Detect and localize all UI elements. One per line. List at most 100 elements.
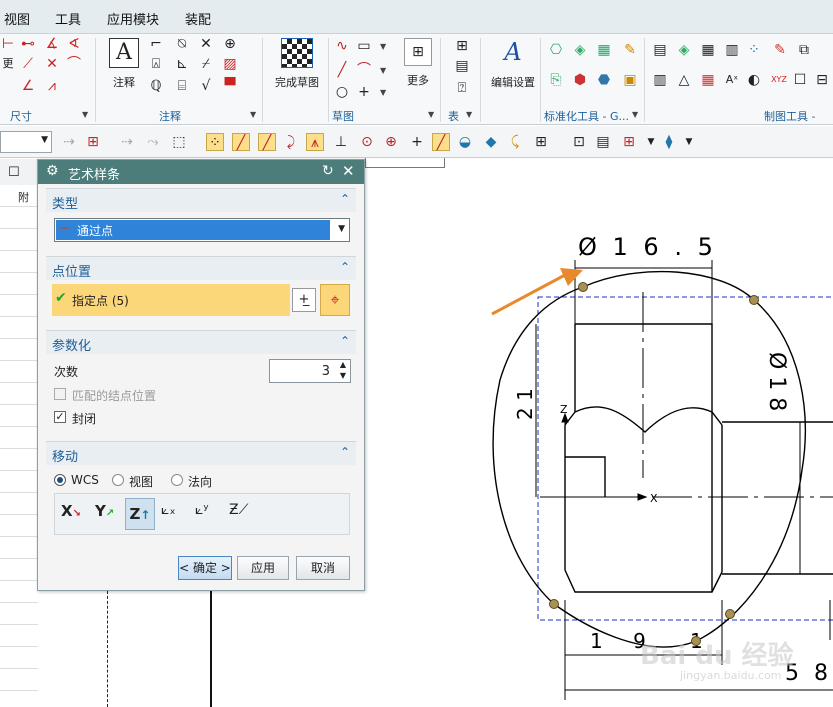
panel-restore-icon[interactable]: ☐ — [8, 165, 20, 180]
view-dropdown-icon[interactable]: ▼ — [642, 133, 660, 151]
chevron-down-icon[interactable]: ▼ — [340, 371, 346, 380]
annotation-more-icon[interactable]: ▼ — [250, 110, 256, 119]
dim-chamfer-icon[interactable]: ⟋ — [20, 56, 36, 72]
snap-control-icon[interactable]: ╱ — [258, 133, 276, 151]
degree-stepper[interactable]: 3 ▲ ▼ — [269, 359, 351, 383]
balloon-icon[interactable]: ℚ — [148, 78, 164, 94]
std-tool-4-icon[interactable]: ✎ — [622, 42, 638, 58]
dialog-titlebar[interactable]: ⚙ 艺术样条 ↻ ✕ — [38, 160, 364, 184]
section-param-header[interactable]: 参数化 ⌃ — [46, 330, 356, 354]
ok-button[interactable]: < 确定 > — [178, 556, 232, 580]
dim-rapid-icon[interactable]: ⊢ — [0, 36, 16, 52]
view-render-icon[interactable]: ⊞ — [620, 133, 638, 151]
text-a-icon[interactable]: Aˣ — [724, 72, 740, 88]
draft-tool-4-icon[interactable]: ▥ — [724, 42, 740, 58]
point-dialog-button[interactable]: +̲ — [292, 288, 316, 312]
menu-application[interactable]: 应用模块 — [107, 9, 159, 28]
gear-icon[interactable]: ⚙ — [46, 163, 59, 179]
draft-tool-2-icon[interactable]: ◈ — [676, 42, 692, 58]
move-z-icon[interactable]: Z↑ — [125, 498, 155, 530]
triangle-icon[interactable]: △ — [676, 72, 692, 88]
sketch-more-icon[interactable]: ▼ — [428, 110, 434, 119]
view-orient-dropdown-icon[interactable]: ▼ — [680, 133, 698, 151]
sketch-dropdown-1[interactable]: ▼ — [380, 42, 386, 51]
std-tool-2-icon[interactable]: ◈ — [572, 42, 588, 58]
snap-endpoints-icon[interactable]: ⁘ — [206, 133, 224, 151]
snap-body-icon[interactable]: ◆ — [482, 133, 500, 151]
table-more-icon[interactable]: ▼ — [466, 110, 472, 119]
rotate-y-icon[interactable]: ⟀ʸ — [195, 502, 209, 518]
std-tool-3-icon[interactable]: ▦ — [596, 42, 612, 58]
line-icon[interactable]: ╱ — [334, 62, 350, 78]
snap-midpoint-icon[interactable]: ╱ — [232, 133, 250, 151]
apply-button[interactable]: 应用 — [237, 556, 289, 580]
menu-tools[interactable]: 工具 — [55, 9, 81, 28]
draft-tool-5-icon[interactable]: ⁘ — [746, 42, 762, 58]
surface-finish-icon[interactable]: ⊾ — [174, 56, 190, 72]
weld-symbol-icon[interactable]: ⌿ — [198, 56, 214, 72]
image-icon[interactable]: ▀ — [222, 78, 238, 94]
match-knots-checkbox[interactable] — [54, 388, 66, 400]
arc-icon[interactable]: ⌒ — [356, 62, 372, 78]
draft-tool-9-icon[interactable]: ▦ — [700, 72, 716, 88]
sqrt-symbol-icon[interactable]: √ — [198, 78, 214, 94]
annotation-button[interactable]: A 注释 — [105, 38, 143, 90]
std-tool-1-icon[interactable]: ⎔ — [548, 42, 564, 58]
hole-table-icon[interactable]: ⍰ — [454, 80, 470, 96]
draft-tool-6-icon[interactable]: ✎ — [772, 42, 788, 58]
point-snap-button[interactable]: ⌖ — [320, 284, 350, 316]
radio-view[interactable] — [112, 474, 124, 486]
snap-arc-icon[interactable]: ⤸ — [282, 133, 300, 151]
move-y-icon[interactable]: Y↗ — [95, 502, 114, 520]
dim-linear-icon[interactable]: ⊷ — [20, 36, 36, 52]
view-orient-icon[interactable]: ⧫ — [660, 133, 678, 151]
snap-quadrant-icon[interactable]: ⊕ — [382, 133, 400, 151]
sketch-dropdown-3[interactable]: ▼ — [380, 88, 386, 97]
dim-radial-icon[interactable]: ∡ — [44, 36, 60, 52]
rectangle-icon[interactable]: ▭ — [356, 38, 372, 54]
dim-arclength-icon[interactable]: ⌒ — [66, 56, 82, 72]
view-fit-icon[interactable]: ⊡ — [570, 133, 588, 151]
edit-settings-button[interactable]: A 编辑设置 — [486, 38, 540, 90]
dim-thickness-icon[interactable]: ✕ — [44, 56, 60, 72]
cross-hatch-icon[interactable]: ✕ — [198, 36, 214, 52]
closed-checkbox[interactable]: ✓ — [54, 411, 66, 423]
type-dropdown[interactable]: ∼ 通过点 ▼ — [54, 218, 350, 242]
profile-icon[interactable]: ∿ — [334, 38, 350, 54]
std-tool-8-icon[interactable]: ▣ — [622, 72, 638, 88]
feature-frame-icon[interactable]: ⌐ — [148, 36, 164, 52]
datum-target-icon[interactable]: ⍓ — [148, 56, 164, 72]
dim-perimeter-icon[interactable]: ∠ — [20, 78, 36, 94]
reset-icon[interactable]: ↻ — [322, 163, 334, 179]
snap-bounded-icon[interactable]: ⤹ — [506, 133, 524, 151]
draft-tool-10-icon[interactable]: ◐ — [746, 72, 762, 88]
standard-more-icon[interactable]: ▼ — [632, 110, 638, 119]
table-icon[interactable]: ⊞ — [454, 38, 470, 54]
rotate-z-icon[interactable]: Ƶ⟋ — [229, 502, 248, 518]
filter-dropdown[interactable]: ▼ — [0, 131, 52, 153]
circle-icon[interactable]: ○ — [334, 84, 350, 100]
cancel-button[interactable]: 取消 — [296, 556, 350, 580]
select-rect-icon[interactable]: ⬚ — [170, 133, 188, 151]
target-point-icon[interactable]: ⊕ — [222, 36, 238, 52]
std-tool-5-icon[interactable]: ⎘ — [548, 72, 564, 88]
snap-existing-point-icon[interactable]: + — [408, 133, 426, 151]
sketch-dropdown-2[interactable]: ▼ — [380, 66, 386, 75]
xyz-icon[interactable]: XYZ — [768, 72, 790, 88]
table-annotation-icon[interactable]: ⌸ — [174, 78, 190, 94]
snap-face-icon[interactable]: ◒ — [456, 133, 474, 151]
dim-ordinate-icon[interactable]: ⩘ — [44, 78, 60, 94]
datum-icon[interactable]: ⍉ — [174, 36, 190, 52]
snap-center-icon[interactable]: ⊙ — [358, 133, 376, 151]
snap-on-curve-icon[interactable]: ╱ — [432, 133, 450, 151]
radio-normal[interactable] — [171, 474, 183, 486]
draft-tool-11-icon[interactable]: ☐ — [792, 72, 808, 88]
draft-tool-1-icon[interactable]: ▤ — [652, 42, 668, 58]
snap-grid-icon[interactable]: ⊞ — [532, 133, 550, 151]
close-icon[interactable]: ✕ — [342, 162, 355, 180]
section-point-header[interactable]: 点位置 ⌃ — [46, 256, 356, 280]
menu-assembly[interactable]: 装配 — [185, 9, 211, 28]
move-x-icon[interactable]: X↘ — [61, 502, 81, 520]
view-layout-icon[interactable]: ▤ — [594, 133, 612, 151]
point-icon[interactable]: + — [356, 84, 372, 100]
